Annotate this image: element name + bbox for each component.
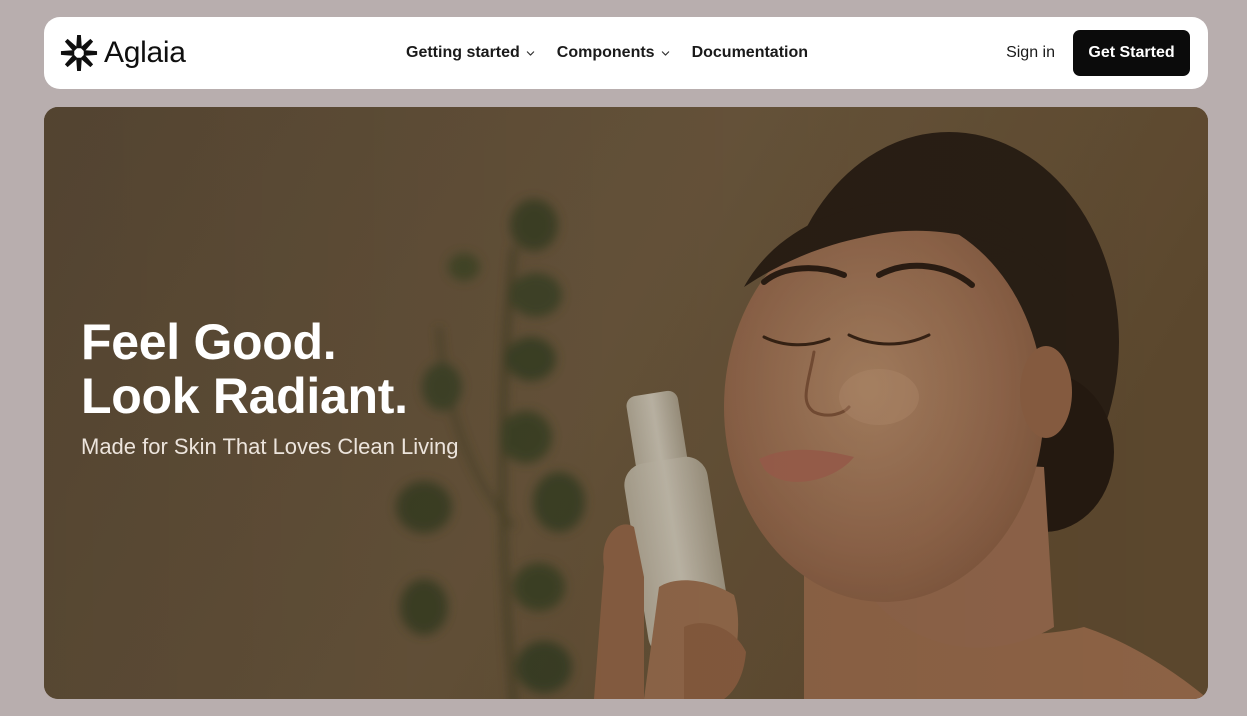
brand-home-link[interactable]: Aglaia [60, 33, 186, 73]
chevron-down-icon [526, 51, 535, 56]
hero-title: Feel Good. Look Radiant. [81, 315, 458, 423]
sign-in-link[interactable]: Sign in [1006, 17, 1055, 89]
nav-components-label: Components [556, 44, 655, 61]
nav-documentation-label: Documentation [691, 44, 809, 61]
primary-nav: Getting started Components Documentation [406, 17, 808, 89]
hero-title-line-1: Feel Good. [81, 314, 337, 370]
hero-subtitle: Made for Skin That Loves Clean Living [81, 434, 459, 459]
hero-title-line-2: Look Radiant. [81, 368, 408, 424]
nav-getting-started-label: Getting started [406, 44, 520, 61]
nav-getting-started[interactable]: Getting started [406, 44, 535, 62]
chevron-down-icon [661, 51, 669, 56]
top-navbar: Aglaia Getting started Components Docume… [44, 17, 1208, 89]
sparkle-burst-icon [60, 34, 98, 72]
get-started-button[interactable]: Get Started [1073, 30, 1190, 76]
nav-components[interactable]: Components [557, 44, 670, 62]
brand-name: Aglaia [104, 36, 186, 69]
hero-banner: Feel Good. Look Radiant. Made for Skin T… [44, 107, 1208, 699]
hero-text-block: Feel Good. Look Radiant. Made for Skin T… [81, 315, 458, 460]
nav-documentation[interactable]: Documentation [692, 44, 808, 62]
